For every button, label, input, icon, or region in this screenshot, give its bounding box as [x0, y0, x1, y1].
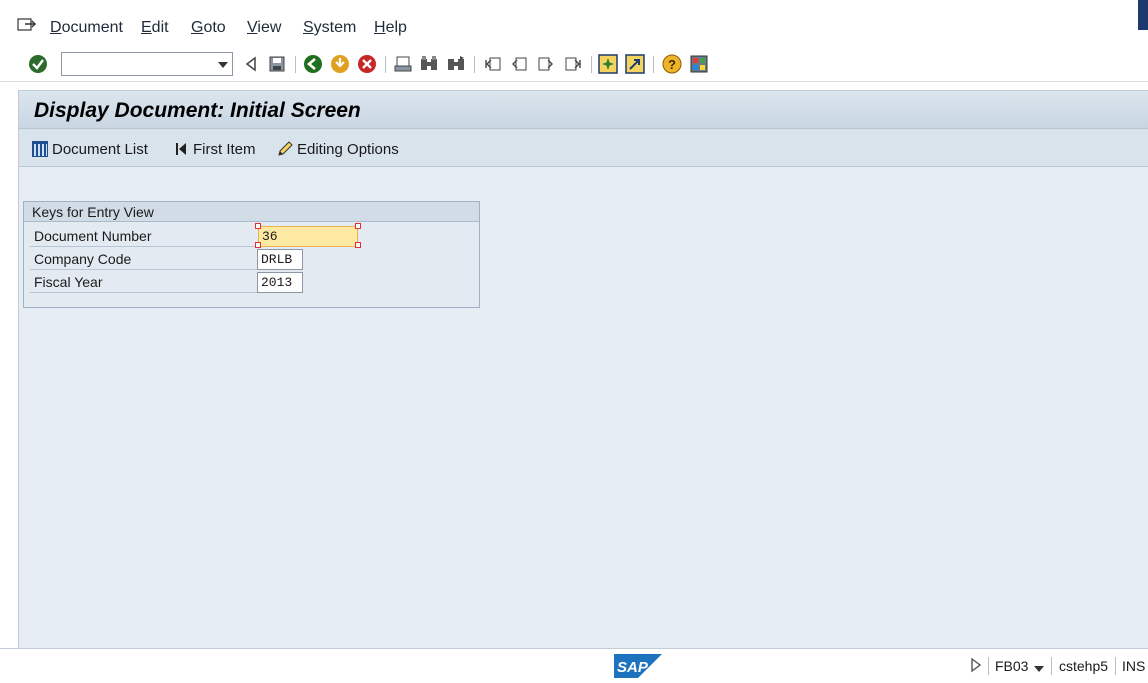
green-back-icon[interactable]	[302, 53, 324, 75]
last-page-icon[interactable]	[562, 53, 584, 75]
command-field[interactable]	[61, 52, 233, 76]
toolbar-separator	[295, 56, 296, 73]
first-item-label: First Item	[193, 140, 256, 158]
transaction-code: FB03	[995, 658, 1029, 674]
menu-goto[interactable]: Goto	[191, 19, 226, 37]
exit-icon[interactable]	[329, 53, 351, 75]
status-expand-icon[interactable]	[970, 657, 982, 676]
print-icon[interactable]	[392, 53, 414, 75]
next-page-icon[interactable]	[535, 53, 557, 75]
svg-text:SAP: SAP	[617, 659, 649, 676]
menu-document[interactable]: Document	[50, 19, 123, 37]
back-icon[interactable]	[240, 53, 262, 75]
status-separator	[1051, 657, 1052, 675]
company-code-label: Company Code	[30, 248, 258, 270]
fiscal-year-field[interactable]: 2013	[257, 272, 303, 293]
status-bar: SAP FB03 cstehp5 INS	[0, 648, 1148, 683]
editing-options-label: Editing Options	[297, 140, 399, 158]
window-corner	[1138, 0, 1148, 30]
company-code-field[interactable]: DRLB	[257, 249, 303, 270]
document-number-label: Document Number	[30, 225, 258, 247]
toolbar-separator	[653, 56, 654, 73]
help-icon[interactable]: ?	[661, 53, 683, 75]
selection-handle	[255, 223, 261, 229]
standard-toolbar: ?	[0, 48, 1148, 82]
selection-handle	[355, 242, 361, 248]
first-item-button[interactable]: First Item	[172, 139, 256, 159]
sap-logo: SAP	[614, 654, 662, 678]
menu-edit[interactable]: Edit	[141, 19, 169, 37]
command-input[interactable]	[65, 55, 210, 73]
status-separator	[1115, 657, 1116, 675]
status-separator	[988, 657, 989, 675]
server-name: cstehp5	[1059, 658, 1109, 674]
command-dropdown-icon[interactable]	[218, 62, 228, 68]
menu-options-icon[interactable]	[17, 17, 37, 33]
toolbar-separator	[591, 56, 592, 73]
insert-mode: INS	[1122, 658, 1146, 674]
create-shortcut-icon[interactable]	[624, 53, 646, 75]
screen-title-bar: Display Document: Initial Screen	[19, 91, 1148, 129]
group-header: Keys for Entry View	[24, 202, 479, 222]
document-list-label: Document List	[52, 140, 148, 158]
save-icon[interactable]	[266, 53, 288, 75]
editing-options-button[interactable]: Editing Options	[276, 139, 399, 159]
cancel-icon[interactable]	[356, 53, 378, 75]
svg-text:?: ?	[668, 57, 676, 72]
transaction-dropdown-icon[interactable]	[1034, 661, 1044, 677]
create-session-icon[interactable]	[597, 53, 619, 75]
selection-handle	[355, 223, 361, 229]
menu-view[interactable]: View	[247, 19, 281, 37]
find-icon[interactable]	[418, 53, 440, 75]
first-page-icon[interactable]	[482, 53, 504, 75]
keys-group-box: Keys for Entry View Document Number 36 C…	[23, 201, 480, 308]
main-screen: Display Document: Initial Screen Documen…	[18, 90, 1148, 648]
first-item-icon	[172, 140, 190, 158]
document-number-field[interactable]: 36	[258, 226, 358, 247]
application-toolbar: Document List First Item Editing Options	[19, 129, 1148, 167]
menu-bar: Document Edit Goto View System Help	[0, 0, 1148, 48]
customize-layout-icon[interactable]	[688, 53, 710, 75]
pencil-icon	[276, 140, 294, 158]
enter-icon[interactable]	[27, 53, 49, 75]
menu-help[interactable]: Help	[374, 19, 407, 37]
fiscal-year-label: Fiscal Year	[30, 271, 258, 293]
previous-page-icon[interactable]	[508, 53, 530, 75]
toolbar-separator	[385, 56, 386, 73]
toolbar-separator	[474, 56, 475, 73]
document-list-icon	[31, 140, 49, 158]
page-title: Display Document: Initial Screen	[34, 99, 361, 122]
menu-system[interactable]: System	[303, 19, 356, 37]
document-list-button[interactable]: Document List	[31, 139, 148, 159]
find-next-icon[interactable]	[445, 53, 467, 75]
